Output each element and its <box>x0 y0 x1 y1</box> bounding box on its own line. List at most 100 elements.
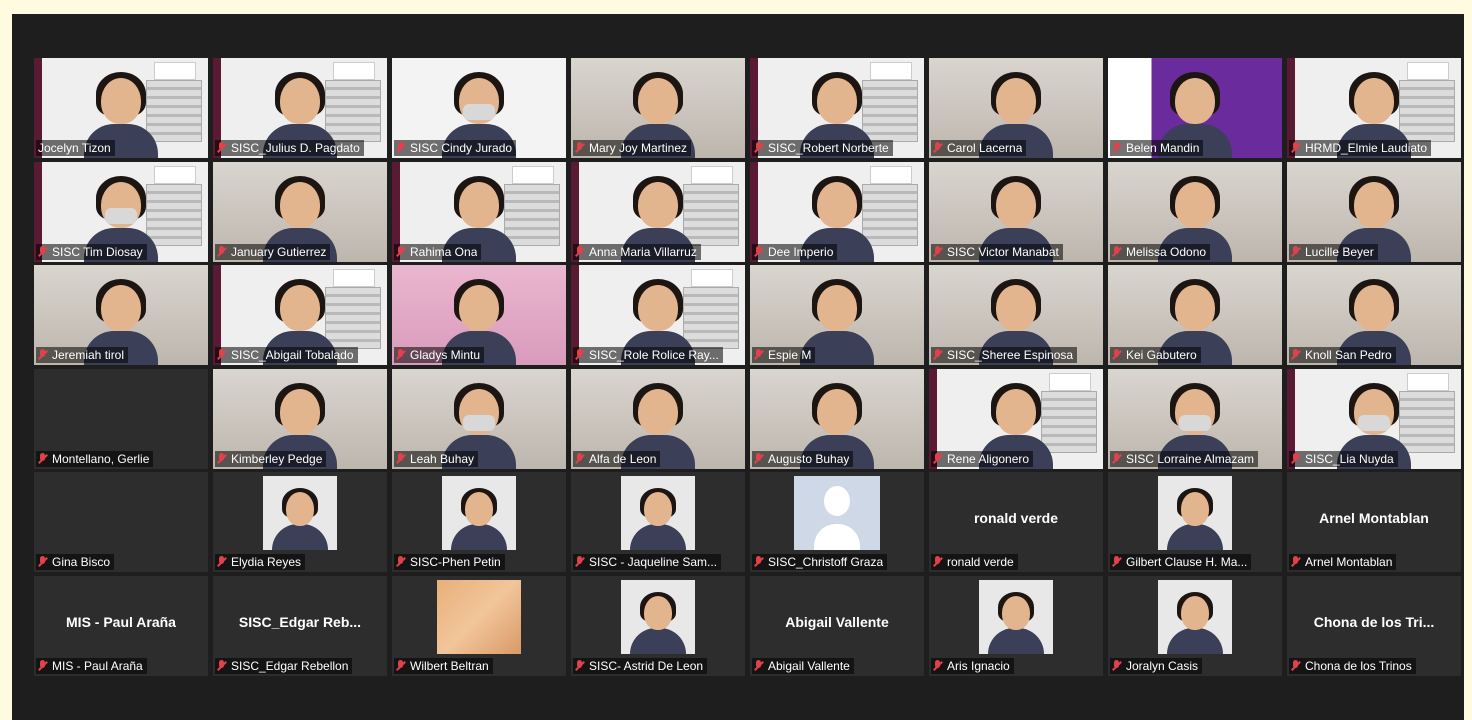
participant-nameplate: ronald verde <box>931 554 1018 570</box>
participant-video-feed <box>272 486 328 550</box>
participant-tile[interactable]: Jocelyn Tizon <box>34 58 208 158</box>
participant-tile[interactable]: Melissa Odono <box>1108 162 1282 262</box>
muted-mic-icon <box>396 246 405 258</box>
participant-tile[interactable]: SISC Tim Diosay <box>34 162 208 262</box>
participant-name: Leah Buhay <box>410 452 475 466</box>
participant-tile[interactable]: Augusto Buhay <box>750 369 924 469</box>
participant-name: Augusto Buhay <box>768 452 850 466</box>
participant-nameplate: SISC_Lia Nuyda <box>1289 451 1398 467</box>
participant-tile[interactable]: Joralyn Casis <box>1108 576 1282 676</box>
profile-picture <box>621 476 695 550</box>
muted-mic-icon <box>1291 246 1300 258</box>
participant-name: Belen Mandin <box>1126 141 1200 155</box>
muted-mic-icon <box>1112 246 1121 258</box>
participant-tile[interactable]: Espie M <box>750 265 924 365</box>
muted-mic-icon <box>1112 142 1121 154</box>
participant-tile[interactable]: Mary Joy Martinez <box>571 58 745 158</box>
participant-tile[interactable]: SISC_Robert Norberte <box>750 58 924 158</box>
participant-display-name: Abigail Vallente <box>785 614 889 630</box>
participant-name: Chona de los Trinos <box>1305 659 1412 673</box>
participant-tile[interactable]: Rahima Ona <box>392 162 566 262</box>
participant-tile[interactable]: Kimberley Pedge <box>213 369 387 469</box>
participant-tile[interactable]: Dee Imperio <box>750 162 924 262</box>
default-avatar-icon <box>794 476 880 550</box>
participant-name: SISC_Role Rolice Ray... <box>589 348 719 362</box>
participant-tile[interactable]: Alfa de Leon <box>571 369 745 469</box>
participant-video-feed <box>1167 590 1223 654</box>
participant-tile[interactable]: SISC- Astrid De Leon <box>571 576 745 676</box>
participant-tile[interactable]: SISC_Lia Nuyda <box>1287 369 1461 469</box>
participant-tile[interactable]: Gilbert Clause H. Ma... <box>1108 472 1282 572</box>
participant-tile[interactable]: SISC_Christoff Graza <box>750 472 924 572</box>
participant-tile[interactable]: Kei Gabutero <box>1108 265 1282 365</box>
participant-nameplate: Anna Maria Villarruz <box>573 244 701 260</box>
muted-mic-icon <box>1112 660 1121 672</box>
participant-tile[interactable]: ronald verde ronald verde <box>929 472 1103 572</box>
participant-nameplate: Joralyn Casis <box>1110 658 1203 674</box>
participant-tile[interactable]: Gina Bisco <box>34 472 208 572</box>
muted-mic-icon <box>933 556 942 568</box>
participant-tile[interactable]: SISC_Julius D. Pagdato <box>213 58 387 158</box>
participant-tile[interactable]: SISC Cindy Jurado <box>392 58 566 158</box>
participant-tile[interactable]: Aris Ignacio <box>929 576 1103 676</box>
participant-tile[interactable]: SISC - Jaqueline Sam... <box>571 472 745 572</box>
participant-nameplate: Rahima Ona <box>394 244 482 260</box>
profile-picture <box>442 476 516 550</box>
participant-name: Alfa de Leon <box>589 452 657 466</box>
muted-mic-icon <box>575 660 584 672</box>
participant-tile[interactable]: January Gutierrez <box>213 162 387 262</box>
participant-nameplate: Alfa de Leon <box>573 451 661 467</box>
participant-tile[interactable]: Elydia Reyes <box>213 472 387 572</box>
participant-tile[interactable]: Knoll San Pedro <box>1287 265 1461 365</box>
participant-tile[interactable]: Chona de los Tri... Chona de los Trinos <box>1287 576 1461 676</box>
participant-nameplate: Gina Bisco <box>36 554 115 570</box>
participant-tile[interactable]: SISC_Abigail Tobalado <box>213 265 387 365</box>
participant-video-feed <box>630 486 686 550</box>
profile-picture <box>979 580 1053 654</box>
participant-name: Lucille Beyer <box>1305 245 1374 259</box>
participant-nameplate: SISC_Christoff Graza <box>752 554 888 570</box>
participant-tile[interactable]: Montellano, Gerlie <box>34 369 208 469</box>
participant-tile[interactable]: Arnel Montablan Arnel Montablan <box>1287 472 1461 572</box>
participant-tile[interactable]: Lucille Beyer <box>1287 162 1461 262</box>
muted-mic-icon <box>396 660 405 672</box>
participant-tile[interactable]: MIS - Paul Araña MIS - Paul Araña <box>34 576 208 676</box>
participant-tile[interactable]: Abigail Vallente Abigail Vallente <box>750 576 924 676</box>
participant-name: SISC_Edgar Rebellon <box>231 659 349 673</box>
participant-nameplate: SISC_Robert Norberte <box>752 140 893 156</box>
muted-mic-icon <box>933 246 942 258</box>
participant-tile[interactable]: Jeremiah tirol <box>34 265 208 365</box>
participant-video-feed <box>988 590 1044 654</box>
participant-nameplate: SISC Tim Diosay <box>36 244 147 260</box>
participant-nameplate: January Gutierrez <box>215 244 331 260</box>
participant-video-feed <box>451 486 507 550</box>
participant-tile[interactable]: SISC_Edgar Reb... SISC_Edgar Rebellon <box>213 576 387 676</box>
participant-tile[interactable]: SISC_Sheree Espinosa <box>929 265 1103 365</box>
participant-tile[interactable]: SISC-Phen Petin <box>392 472 566 572</box>
participant-tile[interactable]: SISC Lorraine Almazam <box>1108 369 1282 469</box>
participant-tile[interactable]: Gladys Mintu <box>392 265 566 365</box>
participant-tile[interactable]: Anna Maria Villarruz <box>571 162 745 262</box>
participant-tile[interactable]: Rene Aligonero <box>929 369 1103 469</box>
participant-name: SISC_Lia Nuyda <box>1305 452 1394 466</box>
participant-name: Rene Aligonero <box>947 452 1030 466</box>
participant-display-name: Chona de los Tri... <box>1313 614 1435 630</box>
participant-nameplate: SISC_Julius D. Pagdato <box>215 140 364 156</box>
participant-tile[interactable]: SISC Victor Manabat <box>929 162 1103 262</box>
participant-name: SISC_Christoff Graza <box>768 555 884 569</box>
participant-tile[interactable]: Belen Mandin <box>1108 58 1282 158</box>
participant-tile[interactable]: Wilbert Beltran <box>392 576 566 676</box>
participant-nameplate: Kei Gabutero <box>1110 347 1201 363</box>
participant-nameplate: Augusto Buhay <box>752 451 854 467</box>
profile-picture <box>1158 580 1232 654</box>
muted-mic-icon <box>217 556 226 568</box>
participant-nameplate: Gladys Mintu <box>394 347 485 363</box>
participant-name: Dee Imperio <box>768 245 834 259</box>
participant-tile[interactable]: Carol Lacerna <box>929 58 1103 158</box>
muted-mic-icon <box>217 142 226 154</box>
participant-name: Gina Bisco <box>52 555 111 569</box>
participant-tile[interactable]: Leah Buhay <box>392 369 566 469</box>
participant-tile[interactable]: HRMD_Elmie Laudiato <box>1287 58 1461 158</box>
participant-tile[interactable]: SISC_Role Rolice Ray... <box>571 265 745 365</box>
participant-nameplate: Aris Ignacio <box>931 658 1014 674</box>
